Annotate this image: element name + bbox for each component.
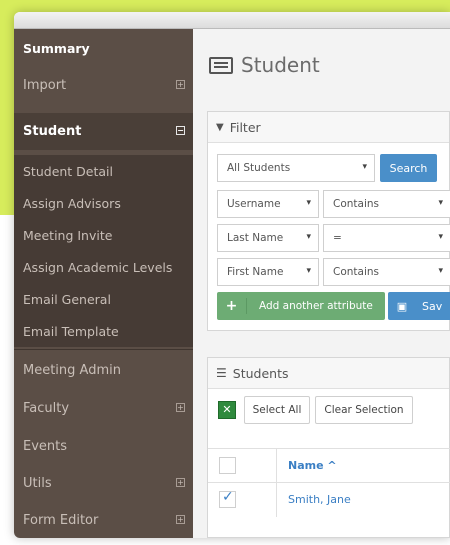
- filter-operator-select[interactable]: Contains ▾: [323, 190, 450, 218]
- save-button[interactable]: ▣ Sav: [388, 292, 450, 320]
- filter-field-select[interactable]: Username ▾: [217, 190, 319, 218]
- save-icon: ▣: [396, 299, 408, 313]
- select-all-checkbox[interactable]: [219, 457, 236, 474]
- select-value: Contains: [333, 198, 380, 210]
- sidebar-item-label: Email Template: [23, 323, 119, 339]
- window-titlebar: [14, 12, 450, 29]
- checkmark-icon: ✓: [222, 489, 234, 505]
- sidebar-item-utils[interactable]: Utils +: [14, 465, 193, 502]
- row-checkbox[interactable]: ✓: [219, 489, 236, 508]
- sidebar-item-label: Assign Advisors: [23, 195, 121, 211]
- list-icon: ☰: [216, 366, 227, 380]
- collapse-icon[interactable]: −: [176, 126, 185, 135]
- sidebar-item-form-editor[interactable]: Form Editor +: [14, 502, 193, 538]
- sidebar-item-summary[interactable]: Summary: [14, 29, 193, 67]
- sidebar-item-label: Events: [23, 439, 68, 454]
- chevron-down-icon: ▾: [306, 198, 311, 208]
- sidebar: Summary Import + Student − Student Detai…: [14, 29, 193, 538]
- filter-panel: ▼ Filter All Students ▾ Search Username …: [207, 111, 450, 331]
- table-header-row: Name ^: [208, 448, 450, 483]
- filter-icon: ▼: [216, 121, 224, 133]
- sidebar-item-label: Faculty: [23, 401, 70, 416]
- save-button-label: Sav: [422, 299, 443, 313]
- sidebar-item-label: Meeting Invite: [23, 227, 113, 243]
- student-name-link[interactable]: Smith, Jane: [288, 493, 351, 506]
- sidebar-item-import[interactable]: Import +: [14, 67, 193, 104]
- expand-icon[interactable]: +: [176, 478, 185, 487]
- students-scope-select[interactable]: All Students ▾: [217, 154, 375, 182]
- clear-selection-button[interactable]: Clear Selection: [315, 396, 413, 424]
- search-button-label: Search: [389, 161, 428, 175]
- sidebar-subitem-assign-advisors[interactable]: Assign Advisors: [14, 187, 193, 219]
- chevron-down-icon: ▾: [362, 162, 367, 172]
- column-divider: [276, 449, 277, 483]
- select-value: All Students: [227, 162, 291, 174]
- sidebar-item-faculty[interactable]: Faculty +: [14, 390, 193, 427]
- filter-panel-header: ▼ Filter: [208, 112, 449, 143]
- sidebar-item-label: Utils: [23, 476, 52, 491]
- search-button[interactable]: Search: [380, 154, 437, 182]
- sidebar-item-label: Student: [23, 124, 82, 139]
- students-panel: ☰ Students ✕ Select All Clear Selection …: [207, 357, 450, 538]
- table-row[interactable]: ✓ Smith, Jane: [208, 482, 450, 517]
- students-heading: Students: [232, 365, 289, 381]
- sidebar-item-label: Meeting Admin: [23, 363, 121, 378]
- app-window: Summary Import + Student − Student Detai…: [14, 12, 450, 538]
- expand-icon[interactable]: +: [176, 403, 185, 412]
- sidebar-item-label: Assign Academic Levels: [23, 259, 173, 275]
- expand-icon[interactable]: +: [176, 515, 185, 524]
- sidebar-subitem-student-detail[interactable]: Student Detail: [14, 155, 193, 187]
- sidebar-item-label: Import: [23, 78, 67, 93]
- main-content: Student ▼ Filter All Students ▾ Search U…: [193, 29, 450, 538]
- select-value: First Name: [227, 266, 284, 278]
- filter-field-select[interactable]: Last Name ▾: [217, 224, 319, 252]
- list-icon: [209, 56, 233, 74]
- sidebar-subitem-assign-academic-levels[interactable]: Assign Academic Levels: [14, 251, 193, 283]
- page-title: Student: [209, 53, 320, 77]
- filter-operator-select[interactable]: = ▾: [323, 224, 450, 252]
- sidebar-item-label: Summary: [23, 40, 90, 56]
- clear-selection-label: Clear Selection: [324, 404, 404, 416]
- expand-icon[interactable]: +: [176, 80, 185, 89]
- chevron-down-icon: ▾: [438, 232, 443, 242]
- name-column-header[interactable]: Name ^: [288, 459, 337, 472]
- sidebar-subitem-email-template[interactable]: Email Template: [14, 315, 193, 347]
- chevron-down-icon: ▾: [438, 266, 443, 276]
- add-attribute-label: Add another attribute: [259, 300, 373, 312]
- page-title-text: Student: [241, 53, 320, 77]
- excel-export-icon[interactable]: ✕: [218, 401, 236, 419]
- sidebar-item-meeting-admin[interactable]: Meeting Admin: [14, 352, 193, 389]
- filter-field-select[interactable]: First Name ▾: [217, 258, 319, 286]
- sidebar-item-student[interactable]: Student −: [14, 113, 193, 150]
- filter-operator-select[interactable]: Contains ▾: [323, 258, 450, 286]
- sidebar-divider: [14, 349, 193, 350]
- select-all-label: Select All: [252, 404, 302, 416]
- chevron-down-icon: ▾: [306, 232, 311, 242]
- sidebar-item-label: Student Detail: [23, 163, 114, 179]
- sidebar-subitem-email-general[interactable]: Email General: [14, 283, 193, 315]
- select-all-button[interactable]: Select All: [244, 396, 310, 424]
- select-value: Contains: [333, 266, 380, 278]
- sidebar-item-events[interactable]: Events: [14, 428, 193, 465]
- chevron-down-icon: ▾: [306, 266, 311, 276]
- add-attribute-button[interactable]: + Add another attribute: [217, 292, 385, 320]
- column-divider: [276, 483, 277, 517]
- sidebar-item-label: Form Editor: [23, 513, 99, 528]
- students-panel-header: ☰ Students: [208, 358, 449, 389]
- select-value: Username: [227, 198, 281, 210]
- sidebar-item-label: Email General: [23, 291, 111, 307]
- plus-icon: +: [217, 298, 247, 314]
- sidebar-subitem-meeting-invite[interactable]: Meeting Invite: [14, 219, 193, 251]
- chevron-down-icon: ▾: [438, 198, 443, 208]
- select-value: =: [333, 232, 342, 244]
- filter-heading: Filter: [229, 119, 261, 135]
- select-value: Last Name: [227, 232, 284, 244]
